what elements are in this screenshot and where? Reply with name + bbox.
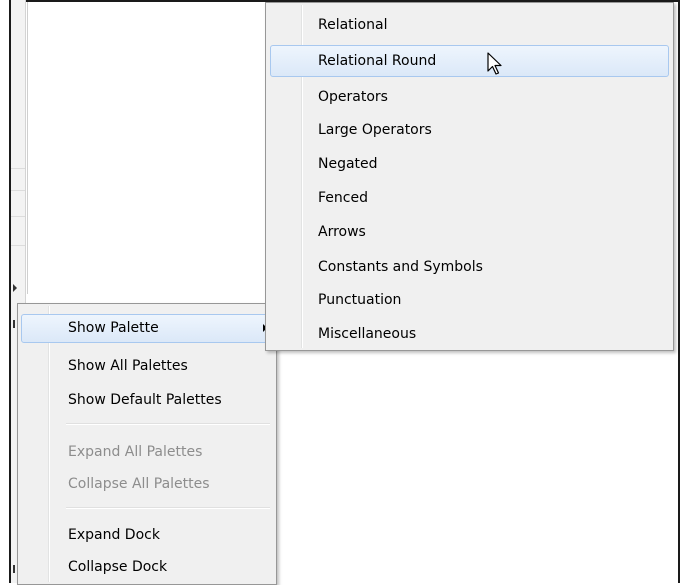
menu-item-label: Fenced: [318, 190, 368, 206]
submenu-item-punctuation[interactable]: Punctuation: [318, 286, 663, 314]
menu-item-label: Show Default Palettes: [68, 392, 222, 408]
submenu-item-relational[interactable]: Relational: [318, 11, 663, 39]
menu-item-label: Show Palette: [68, 320, 159, 336]
menu-item-show-all-palettes[interactable]: Show All Palettes: [68, 352, 273, 380]
context-menu: Show Palette Show All Palettes Show Defa…: [17, 303, 277, 585]
menu-item-label: Collapse All Palettes: [68, 476, 210, 492]
menu-item-label: Collapse Dock: [68, 559, 168, 575]
menu-separator: [66, 507, 270, 509]
menu-item-label: Show All Palettes: [68, 358, 188, 374]
menu-item-label: Miscellaneous: [318, 326, 417, 342]
menu-item-expand-dock[interactable]: Expand Dock: [68, 521, 273, 549]
dock-divider: [11, 216, 25, 217]
menu-item-collapse-dock[interactable]: Collapse Dock: [68, 553, 273, 581]
menu-item-label: Constants and Symbols: [318, 259, 483, 275]
menu-item-label: Expand All Palettes: [68, 444, 203, 460]
expand-dock-arrow-icon[interactable]: [13, 284, 17, 292]
submenu-item-fenced[interactable]: Fenced: [318, 184, 663, 212]
menu-item-collapse-all-palettes[interactable]: Collapse All Palettes: [68, 470, 273, 498]
submenu-item-operators[interactable]: Operators: [318, 83, 663, 111]
menu-item-expand-all-palettes[interactable]: Expand All Palettes: [68, 438, 273, 466]
menu-item-label: Large Operators: [318, 122, 432, 138]
submenu-item-negated[interactable]: Negated: [318, 150, 663, 178]
dock-handle-icon[interactable]: [13, 565, 15, 573]
mouse-pointer-icon: [487, 52, 502, 75]
palette-dock-area: [27, 2, 268, 294]
show-palette-submenu: Relational Relational Round Operators La…: [265, 2, 674, 351]
submenu-item-miscellaneous[interactable]: Miscellaneous: [318, 320, 663, 348]
menu-item-label: Expand Dock: [68, 527, 160, 543]
dock-handle-icon[interactable]: [13, 320, 15, 328]
dock-divider: [11, 190, 25, 191]
submenu-item-relational-round[interactable]: Relational Round: [270, 45, 669, 77]
menu-item-show-palette[interactable]: Show Palette: [21, 314, 273, 343]
menu-separator: [66, 423, 270, 425]
menu-item-label: Punctuation: [318, 292, 402, 308]
menu-item-show-default-palettes[interactable]: Show Default Palettes: [68, 386, 273, 414]
dock-divider: [11, 168, 25, 169]
menu-item-label: Relational: [318, 17, 388, 33]
submenu-item-large-operators[interactable]: Large Operators: [318, 116, 663, 144]
submenu-item-arrows[interactable]: Arrows: [318, 218, 663, 246]
menu-gutter-divider: [48, 306, 50, 582]
menu-item-label: Arrows: [318, 224, 366, 240]
dock-divider: [11, 245, 25, 246]
menu-item-label: Operators: [318, 89, 388, 105]
submenu-item-constants-and-symbols[interactable]: Constants and Symbols: [318, 253, 663, 281]
menu-item-label: Negated: [318, 156, 378, 172]
menu-item-label: Relational Round: [318, 53, 437, 69]
window-right-border: [678, 0, 680, 583]
